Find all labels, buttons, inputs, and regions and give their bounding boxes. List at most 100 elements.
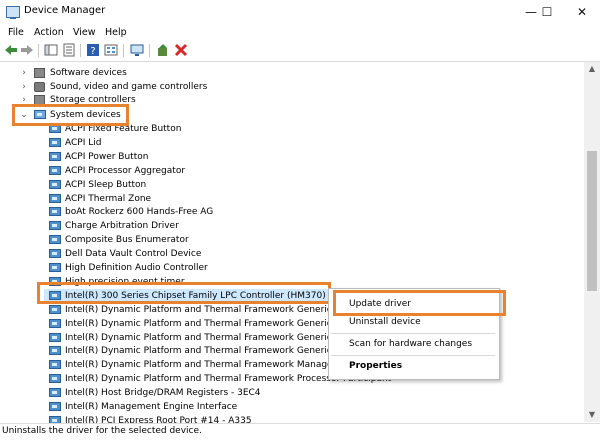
tree-device-label: Dell Data Vault Control Device — [65, 249, 202, 260]
tree-device-row[interactable]: boAt Rockerz 600 Hands-Free AG — [0, 205, 584, 219]
menu-help[interactable]: Help — [105, 27, 127, 38]
vertical-scrollbar[interactable]: ▲ ▼ — [584, 62, 600, 422]
tree-device-label: ACPI Fixed Feature Button — [65, 124, 182, 134]
tree-category-label: Sound, video and game controllers — [50, 82, 208, 92]
tree-device-label: ACPI Power Button — [65, 151, 149, 162]
tree-device-label: Intel(R) Host Bridge/DRAM Registers - 3E… — [65, 388, 261, 399]
toolbar-separator — [123, 44, 124, 57]
close-button[interactable]: ✕ — [564, 0, 600, 24]
context-menu-scan-hardware[interactable]: Scan for hardware changes — [349, 339, 472, 349]
context-menu-uninstall-device[interactable]: Uninstall device — [349, 317, 421, 327]
tree-device-row[interactable]: High Definition Audio Controller — [0, 261, 584, 275]
tree-device-row[interactable]: Composite Bus Enumerator — [0, 233, 584, 247]
tree-device-label: High precision event timer — [65, 276, 185, 287]
device-icon — [49, 221, 61, 231]
expand-chevron-icon[interactable]: › — [19, 93, 29, 107]
storage-controller-icon — [34, 95, 45, 105]
title-bar: Device Manager — ☐ ✕ — [0, 0, 600, 24]
device-icon — [49, 137, 61, 147]
tree-device-row[interactable]: ACPI Power Button — [0, 150, 584, 164]
status-text: Uninstalls the driver for the selected d… — [2, 426, 202, 436]
device-tree: › Software devices › Sound, video and ga… — [0, 61, 600, 424]
device-manager-app-icon — [6, 6, 20, 19]
tree-device-row[interactable]: Charge Arbitration Driver — [0, 219, 584, 233]
menu-action[interactable]: Action — [34, 27, 64, 38]
uninstall-icon[interactable] — [174, 43, 188, 57]
tree-device-label: Composite Bus Enumerator — [65, 235, 189, 246]
device-icon — [49, 304, 61, 314]
tree-device-row[interactable]: High precision event timer — [0, 275, 584, 289]
tree-device-row[interactable]: Dell Data Vault Control Device — [0, 247, 584, 261]
properties-icon[interactable] — [62, 43, 76, 57]
tree-device-label: Intel(R) Dynamic Platform and Thermal Fr… — [65, 318, 355, 329]
menu-file[interactable]: File — [8, 27, 24, 38]
help-icon[interactable]: ? — [86, 43, 100, 57]
toolbar-separator — [80, 44, 81, 57]
tree-device-label: Intel(R) Dynamic Platform and Thermal Fr… — [65, 304, 355, 315]
expand-chevron-icon[interactable]: › — [19, 80, 29, 94]
tree-device-label: Intel(R) Management Engine Interface — [65, 402, 238, 412]
device-icon — [49, 346, 61, 356]
device-icon — [49, 124, 61, 133]
context-menu-separator — [331, 333, 495, 334]
tree-category-row[interactable]: › Sound, video and game controllers — [0, 80, 584, 94]
toolbar-separator — [149, 44, 150, 57]
device-icon — [49, 388, 61, 398]
tree-device-row[interactable]: Intel(R) Host Bridge/DRAM Registers - 3E… — [0, 386, 584, 400]
speaker-icon — [34, 82, 45, 92]
tree-device-label: Intel(R) Dynamic Platform and Thermal Fr… — [65, 332, 355, 343]
device-icon — [49, 249, 61, 259]
scrollbar-thumb[interactable] — [587, 151, 597, 291]
toolbar-separator — [38, 44, 39, 57]
tree-device-row[interactable]: ACPI Processor Aggregator — [0, 164, 584, 178]
forward-icon[interactable] — [20, 43, 34, 57]
maximize-button[interactable]: ☐ — [530, 0, 564, 24]
menu-bar: File Action View Help — [0, 24, 600, 41]
update-driver-icon[interactable] — [156, 43, 170, 57]
device-icon — [49, 318, 61, 328]
device-icon — [49, 263, 61, 272]
tree-device-row[interactable]: ACPI Lid — [0, 136, 584, 150]
view-icon[interactable] — [104, 43, 118, 57]
tree-device-row[interactable]: Intel(R) Management Engine Interface — [0, 400, 584, 414]
tree-device-label: Intel(R) 300 Series Chipset Family LPC C… — [65, 290, 353, 301]
show-hide-icon[interactable] — [44, 43, 58, 57]
collapse-chevron-icon[interactable]: ⌄ — [19, 108, 29, 122]
tree-category-label: System devices — [50, 110, 121, 120]
device-icon — [49, 193, 61, 203]
tree-device-row[interactable]: ACPI Fixed Feature Button — [0, 122, 584, 136]
tree-device-label: ACPI Processor Aggregator — [65, 165, 186, 176]
tree-device-label: Intel(R) Dynamic Platform and Thermal Fr… — [65, 360, 337, 371]
tree-device-row[interactable]: ACPI Thermal Zone — [0, 192, 584, 206]
device-icon — [49, 165, 61, 175]
scroll-down-arrow-icon[interactable]: ▼ — [584, 408, 600, 422]
device-icon — [49, 332, 61, 342]
context-menu-separator — [331, 355, 495, 356]
tree-device-label: High Definition Audio Controller — [65, 263, 208, 273]
tree-device-label: ACPI Sleep Button — [65, 179, 147, 190]
tree-category-row-system-devices[interactable]: ⌄ System devices — [0, 108, 584, 122]
device-icon — [49, 374, 61, 384]
tree-category-label: Software devices — [50, 68, 127, 78]
tree-category-row[interactable]: › Software devices — [0, 66, 584, 80]
device-icon — [49, 235, 61, 245]
tree-device-label: ACPI Thermal Zone — [65, 193, 152, 204]
device-icon — [49, 151, 61, 161]
tree-category-row[interactable]: › Storage controllers — [0, 93, 584, 107]
status-bar: Uninstalls the driver for the selected d… — [0, 423, 600, 440]
expand-chevron-icon[interactable]: › — [19, 66, 29, 80]
device-icon — [49, 207, 61, 217]
context-menu-properties[interactable]: Properties — [349, 361, 402, 371]
tree-device-label: Charge Arbitration Driver — [65, 221, 179, 232]
device-icon — [49, 360, 61, 370]
back-icon[interactable] — [4, 43, 18, 57]
monitor-icon[interactable] — [130, 43, 144, 57]
scroll-up-arrow-icon[interactable]: ▲ — [584, 62, 600, 76]
menu-view[interactable]: View — [73, 27, 96, 38]
context-menu-update-driver[interactable]: Update driver — [349, 299, 411, 309]
tree-device-row-selected[interactable]: Intel(R) 300 Series Chipset Family LPC C… — [44, 288, 352, 303]
tree-device-row[interactable]: ACPI Sleep Button — [0, 178, 584, 192]
device-icon — [49, 179, 61, 189]
system-devices-folder-icon — [34, 110, 46, 119]
device-icon — [49, 402, 61, 411]
